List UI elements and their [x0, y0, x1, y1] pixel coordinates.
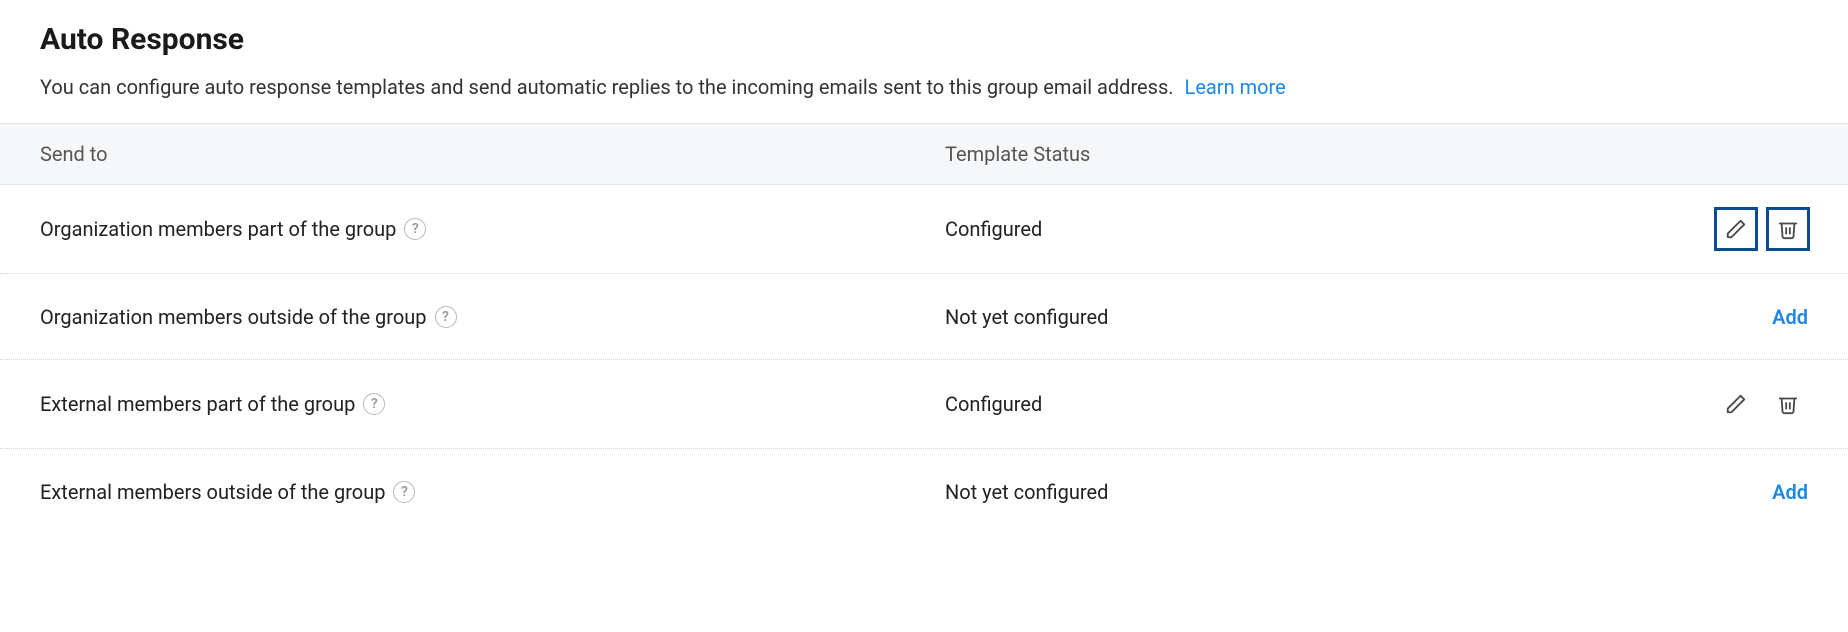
help-icon[interactable]: ? — [363, 393, 385, 415]
actions-cell: Add — [1608, 480, 1808, 504]
page-description-text: You can configure auto response template… — [40, 75, 1174, 99]
help-icon[interactable]: ? — [435, 306, 457, 328]
send-to-cell: External members part of the group ? — [40, 392, 945, 416]
add-button[interactable]: Add — [1772, 305, 1808, 329]
pencil-icon — [1725, 393, 1747, 415]
template-status-cell: Not yet configured — [945, 480, 1608, 504]
page-description: You can configure auto response template… — [40, 75, 1808, 99]
pencil-icon — [1725, 218, 1747, 240]
delete-button[interactable] — [1768, 209, 1808, 249]
help-icon[interactable]: ? — [393, 481, 415, 503]
table-header-row: Send to Template Status — [0, 123, 1848, 185]
auto-response-table: Send to Template Status Organization mem… — [0, 123, 1848, 535]
send-to-label: External members outside of the group — [40, 480, 385, 504]
edit-button[interactable] — [1716, 384, 1756, 424]
table-row: External members outside of the group ? … — [0, 449, 1848, 535]
column-header-send-to: Send to — [40, 142, 945, 166]
table-row: Organization members part of the group ?… — [0, 185, 1848, 274]
learn-more-link[interactable]: Learn more — [1185, 75, 1286, 99]
trash-icon — [1777, 393, 1799, 415]
trash-icon — [1777, 218, 1799, 240]
actions-cell: Add — [1608, 305, 1808, 329]
send-to-label: External members part of the group — [40, 392, 355, 416]
delete-button[interactable] — [1768, 384, 1808, 424]
table-row: External members part of the group ? Con… — [0, 360, 1848, 449]
actions-cell — [1608, 384, 1808, 424]
send-to-cell: External members outside of the group ? — [40, 480, 945, 504]
column-header-template-status: Template Status — [945, 142, 1608, 166]
send-to-label: Organization members part of the group — [40, 217, 396, 241]
send-to-cell: Organization members outside of the grou… — [40, 305, 945, 329]
template-status-cell: Not yet configured — [945, 305, 1608, 329]
help-icon[interactable]: ? — [404, 218, 426, 240]
send-to-cell: Organization members part of the group ? — [40, 217, 945, 241]
template-status-cell: Configured — [945, 217, 1608, 241]
template-status-cell: Configured — [945, 392, 1608, 416]
send-to-label: Organization members outside of the grou… — [40, 305, 427, 329]
add-button[interactable]: Add — [1772, 480, 1808, 504]
actions-cell — [1608, 209, 1808, 249]
table-row: Organization members outside of the grou… — [0, 274, 1848, 360]
edit-button[interactable] — [1716, 209, 1756, 249]
page-title: Auto Response — [40, 22, 1808, 57]
